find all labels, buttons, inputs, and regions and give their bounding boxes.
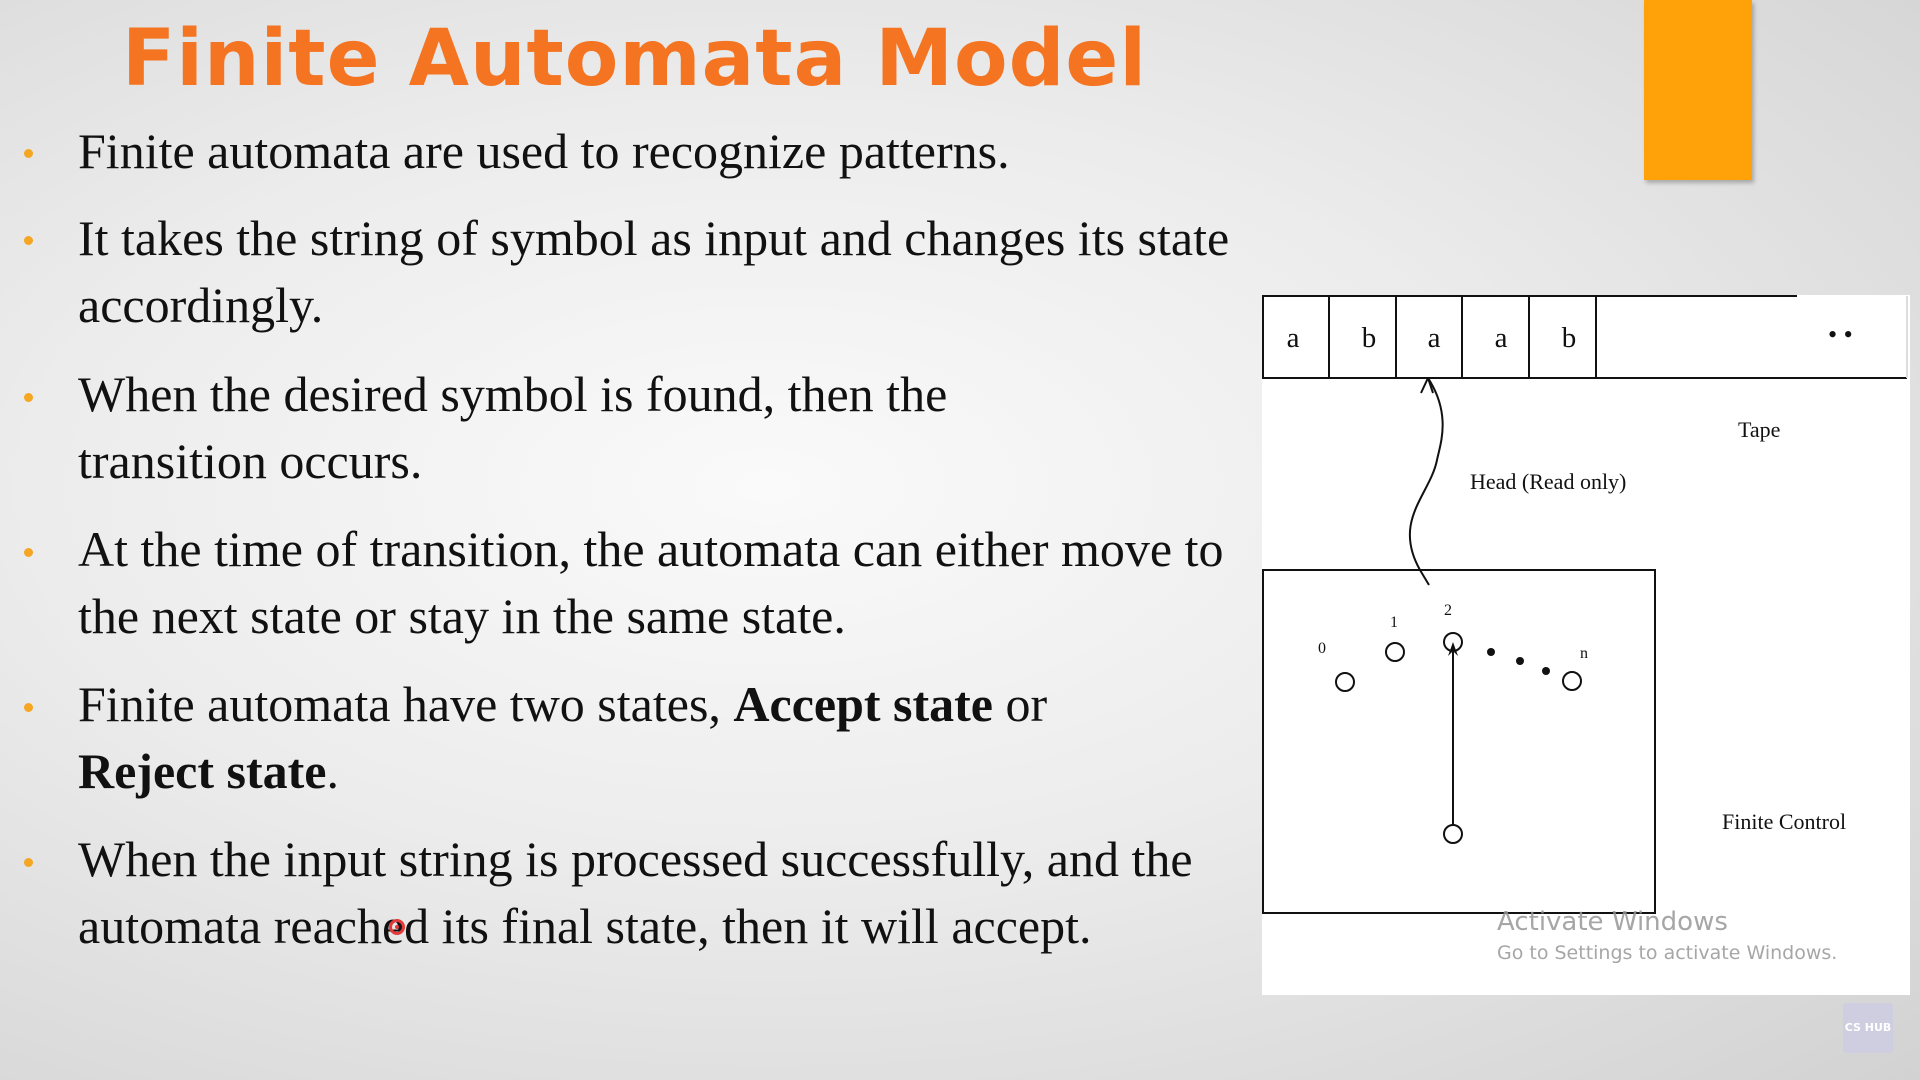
activation-watermark: Activate Windows Go to Settings to activ… [1497, 905, 1837, 967]
state-label: 2 [1444, 602, 1452, 619]
accent-box [1644, 0, 1752, 180]
finite-control-box [1262, 569, 1656, 914]
watermark-subtitle: Go to Settings to activate Windows. [1497, 942, 1838, 964]
bullet-text: Finite automata are used to recognize pa… [78, 123, 1010, 179]
state-label: 1 [1390, 614, 1398, 631]
head-label: Head (Read only) [1470, 469, 1626, 494]
tape-cell: b [1362, 322, 1377, 354]
bullet-dot [24, 548, 33, 557]
bullet-text: or [993, 676, 1048, 732]
laser-pointer-icon [389, 919, 405, 935]
bullet-dot [24, 393, 33, 402]
tape-cell: a [1495, 322, 1508, 354]
bullet-dot [24, 858, 33, 867]
bullet-text: When the input string is processed succe… [78, 831, 1193, 954]
state-circle [1562, 671, 1582, 691]
diagram-svg: a b a a b • • Tape Head (Read only) Fini… [1262, 295, 1908, 914]
bullet-item: At the time of transition, the automata … [78, 516, 1268, 650]
tape-cell: b [1562, 322, 1577, 354]
head-arrow-icon [1420, 377, 1434, 394]
bullet-item: When the input string is processed succe… [78, 826, 1268, 960]
tape-cell: a [1287, 322, 1300, 354]
bullet-emphasis: Reject state [78, 743, 327, 799]
needle-pivot [1443, 824, 1463, 844]
head-connector [1408, 377, 1444, 586]
watermark-title: Activate Windows [1497, 907, 1728, 937]
bullet-item: It takes the string of symbol as input a… [78, 205, 1268, 339]
ellipsis-dot [1487, 648, 1495, 656]
bullet-dot [24, 149, 33, 158]
bullet-text: Finite automata have two states, [78, 676, 734, 732]
slide-title: Finite Automata Model [122, 14, 1148, 104]
ellipsis-dot [1516, 657, 1524, 665]
state-circle [1335, 672, 1355, 692]
bullet-text: . [326, 743, 339, 799]
bullet-item: When the desired symbol is found, then t… [78, 361, 1108, 495]
state-circle [1385, 642, 1405, 662]
tape-cell: a [1428, 322, 1441, 354]
bullet-dot [24, 703, 33, 712]
bullet-text: When the desired symbol is found, then t… [78, 366, 948, 489]
ellipsis-dot [1542, 667, 1550, 675]
state-label: n [1580, 645, 1588, 662]
finite-automata-diagram: a b a a b • • Tape Head (Read only) Fini… [1262, 295, 1910, 995]
state-label: 0 [1318, 640, 1326, 657]
bullet-item: Finite automata are used to recognize pa… [78, 118, 1268, 185]
finite-control-label: Finite Control [1722, 809, 1846, 834]
bullet-emphasis: Accept state [733, 676, 994, 732]
bullet-dot [24, 236, 33, 245]
tape-label: Tape [1738, 417, 1780, 442]
bullet-text: At the time of transition, the automata … [78, 521, 1224, 644]
channel-logo: CS HUB [1843, 1003, 1893, 1053]
bullet-text: It takes the string of symbol as input a… [78, 210, 1230, 333]
bullet-item: Finite automata have two states, Accept … [78, 671, 1178, 805]
tape-ellipsis: • • [1828, 320, 1853, 349]
